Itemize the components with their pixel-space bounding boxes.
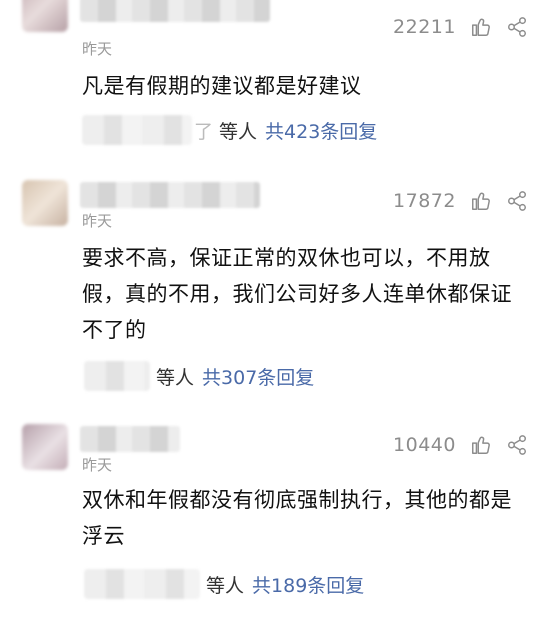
username-redacted[interactable]	[80, 182, 260, 208]
avatar[interactable]	[22, 0, 68, 32]
comment-actions: 22211	[393, 16, 528, 38]
view-replies-link[interactable]: 共307条回复	[202, 363, 314, 390]
thumbs-up-icon[interactable]	[470, 16, 492, 38]
username-redacted[interactable]	[80, 426, 180, 452]
share-icon[interactable]	[506, 434, 528, 456]
share-icon[interactable]	[506, 190, 528, 212]
like-count: 10440	[393, 434, 456, 456]
comment-text: 凡是有假期的建议都是好建议	[82, 74, 362, 98]
thumbs-up-icon[interactable]	[470, 190, 492, 212]
avatar[interactable]	[22, 180, 68, 226]
thumbs-up-icon[interactable]	[470, 434, 492, 456]
reply-partial-name: 了	[194, 120, 214, 143]
reply-avatars-redacted	[82, 115, 192, 145]
comment-time: 昨天	[82, 456, 113, 474]
reply-summary[interactable]: 了 等人 共423条回复	[82, 110, 377, 150]
reply-suffix: 等人	[156, 366, 195, 389]
like-count: 17872	[393, 190, 456, 212]
comment-actions: 10440	[393, 434, 528, 456]
share-icon[interactable]	[506, 16, 528, 38]
username-redacted[interactable]	[80, 0, 270, 22]
comment-actions: 17872	[393, 190, 528, 212]
reply-summary[interactable]: 等人 共307条回复	[84, 356, 314, 396]
reply-summary[interactable]: 等人 共189条回复	[84, 564, 364, 604]
view-replies-link[interactable]: 共423条回复	[265, 117, 377, 144]
reply-suffix: 等人	[219, 120, 258, 143]
avatar[interactable]	[22, 424, 68, 470]
comment-text: 双休和年假都没有彻底强制执行，其他的都是浮云	[82, 488, 512, 548]
like-count: 22211	[393, 16, 456, 38]
reply-avatars-redacted	[84, 569, 200, 599]
view-replies-link[interactable]: 共189条回复	[252, 571, 364, 598]
reply-avatars-redacted	[84, 361, 150, 391]
comment-time: 昨天	[82, 212, 113, 230]
reply-suffix: 等人	[206, 574, 245, 597]
comment-time: 昨天	[82, 40, 113, 58]
comment-text: 要求不高，保证正常的双休也可以，不用放假，真的不用，我们公司好多人连单休都保证不…	[82, 246, 512, 342]
